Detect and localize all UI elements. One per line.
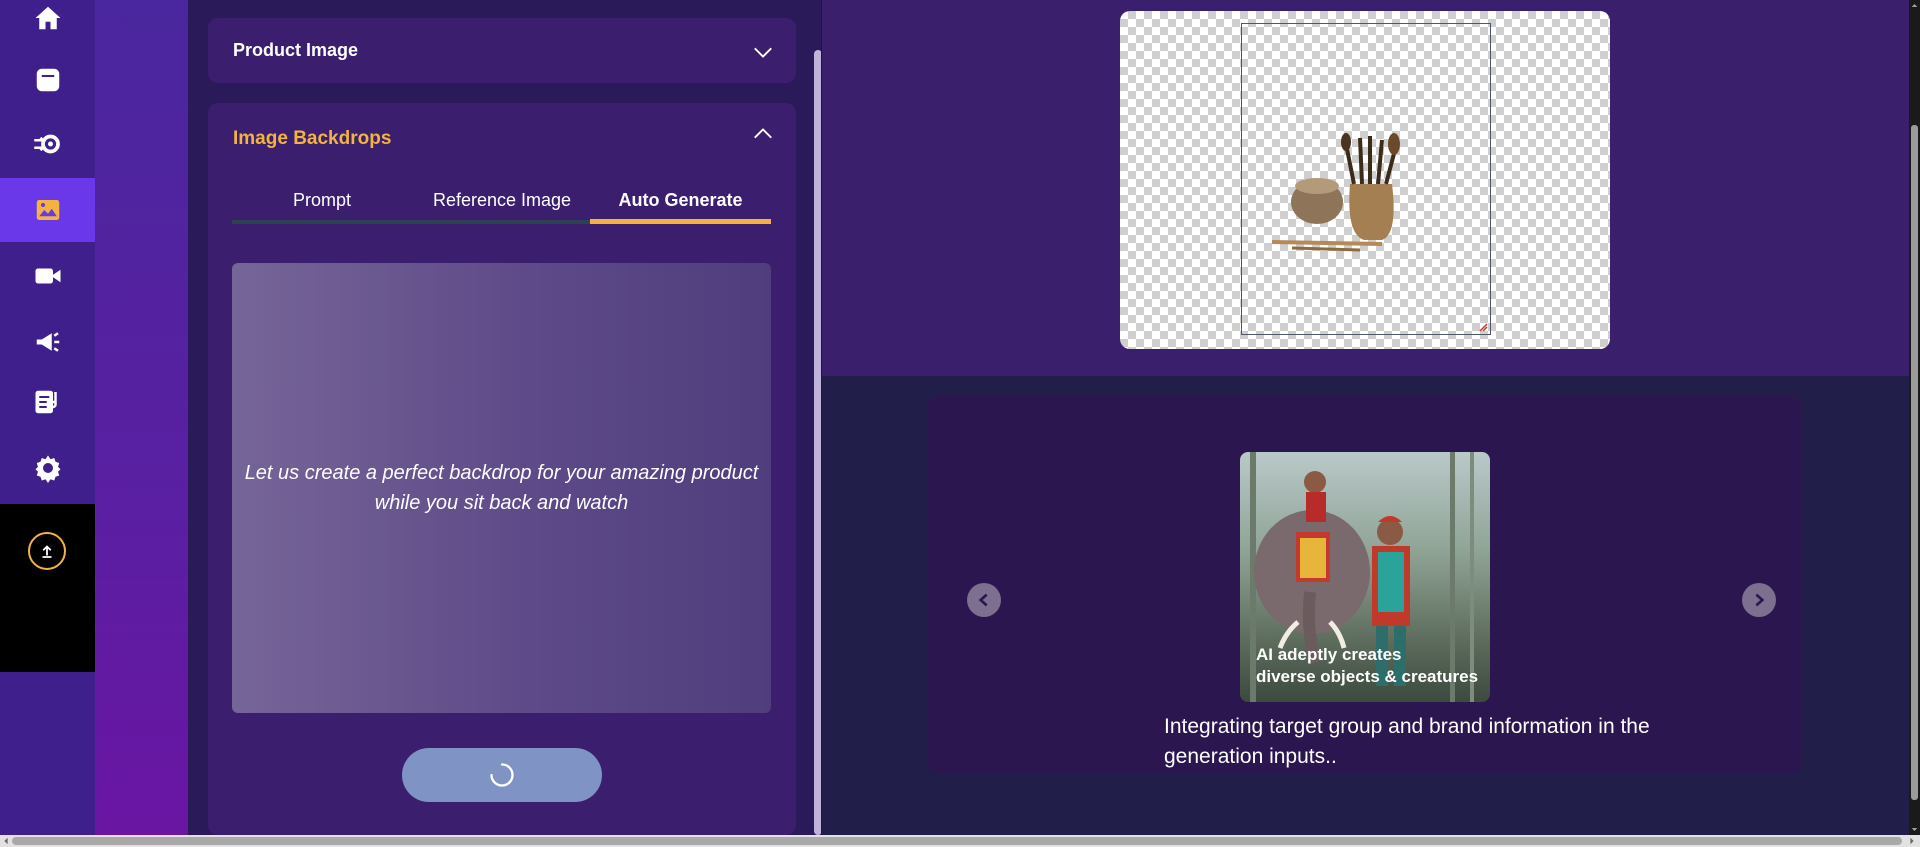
sidebar-item-process[interactable] [0, 112, 95, 176]
product-image [1271, 133, 1400, 252]
auto-generate-area: Let us create a perfect backdrop for you… [232, 263, 771, 713]
sidebar-gradient-column [95, 0, 188, 847]
tab-reference-image[interactable]: Reference Image [412, 174, 592, 226]
carousel-description: Integrating target group and brand infor… [1164, 715, 1650, 768]
upload-icon [42, 545, 52, 558]
slide-caption-line-2: diverse objects & creatures [1256, 667, 1479, 686]
settings-panel: Product Image Image Backdrops Prompt Ref… [188, 0, 821, 835]
accordion-title: Image Backdrops [233, 128, 392, 149]
video-camera-icon [35, 268, 60, 284]
megaphone-icon [36, 332, 59, 352]
chevron-down-icon[interactable] [752, 41, 774, 63]
accordion-product-image[interactable]: Product Image [208, 18, 796, 83]
chevron-left-icon [978, 593, 988, 607]
settings-gear-arrow-icon [33, 134, 60, 154]
accordion-title: Product Image [233, 40, 359, 60]
scroll-up-arrow-icon[interactable] [1911, 2, 1918, 9]
gear-icon [35, 455, 60, 483]
sidebar-item-campaign[interactable] [0, 310, 95, 374]
tab-prompt[interactable]: Prompt [232, 174, 412, 226]
carousel-slide-image: AI adeptly creates diverse objects & cre… [1240, 452, 1490, 702]
backdrop-tabs: Prompt Reference Image Auto Generate [232, 174, 771, 226]
image-icon [36, 200, 59, 220]
icon-rail [0, 0, 95, 847]
sidebar-item-home[interactable] [0, 0, 95, 36]
loading-spinner-icon [490, 763, 514, 787]
scrollbar-thumb[interactable] [12, 837, 1902, 845]
upload-area [0, 504, 95, 672]
slide-caption-line-1: AI adeptly creates [1256, 645, 1402, 664]
page-horizontal-scrollbar[interactable] [0, 835, 1920, 847]
notes-music-icon [35, 390, 57, 414]
resize-handle-icon[interactable] [1478, 322, 1488, 332]
crop-frame[interactable] [1241, 23, 1491, 335]
square-icon [36, 68, 59, 92]
generate-button[interactable] [402, 748, 602, 802]
tab-auto-generate[interactable]: Auto Generate [590, 174, 771, 226]
scrollbar-thumb[interactable] [1911, 125, 1918, 800]
scroll-left-arrow-icon[interactable] [2, 837, 10, 845]
slide-caption: AI adeptly creates diverse objects & cre… [1256, 644, 1478, 688]
auto-generate-description: Let us create a perfect backdrop for you… [244, 462, 759, 514]
chevron-up-icon[interactable] [752, 123, 774, 145]
sidebar-item-image[interactable] [0, 178, 95, 242]
carousel-next-button[interactable] [1742, 583, 1776, 617]
sidebar-item-settings[interactable] [0, 436, 95, 500]
carousel-prev-button[interactable] [967, 583, 1001, 617]
chevron-right-icon [1755, 593, 1765, 607]
scroll-down-arrow-icon[interactable] [1911, 826, 1918, 833]
sidebar-item-video[interactable] [0, 244, 95, 308]
home-icon [35, 6, 60, 30]
product-canvas[interactable] [1120, 11, 1610, 349]
sidebar-item-notes[interactable] [0, 370, 95, 434]
sidebar-item-panel[interactable] [0, 48, 95, 112]
upload-button[interactable] [28, 532, 66, 570]
page-vertical-scrollbar[interactable] [1909, 0, 1920, 835]
scroll-right-arrow-icon[interactable] [1908, 837, 1916, 845]
